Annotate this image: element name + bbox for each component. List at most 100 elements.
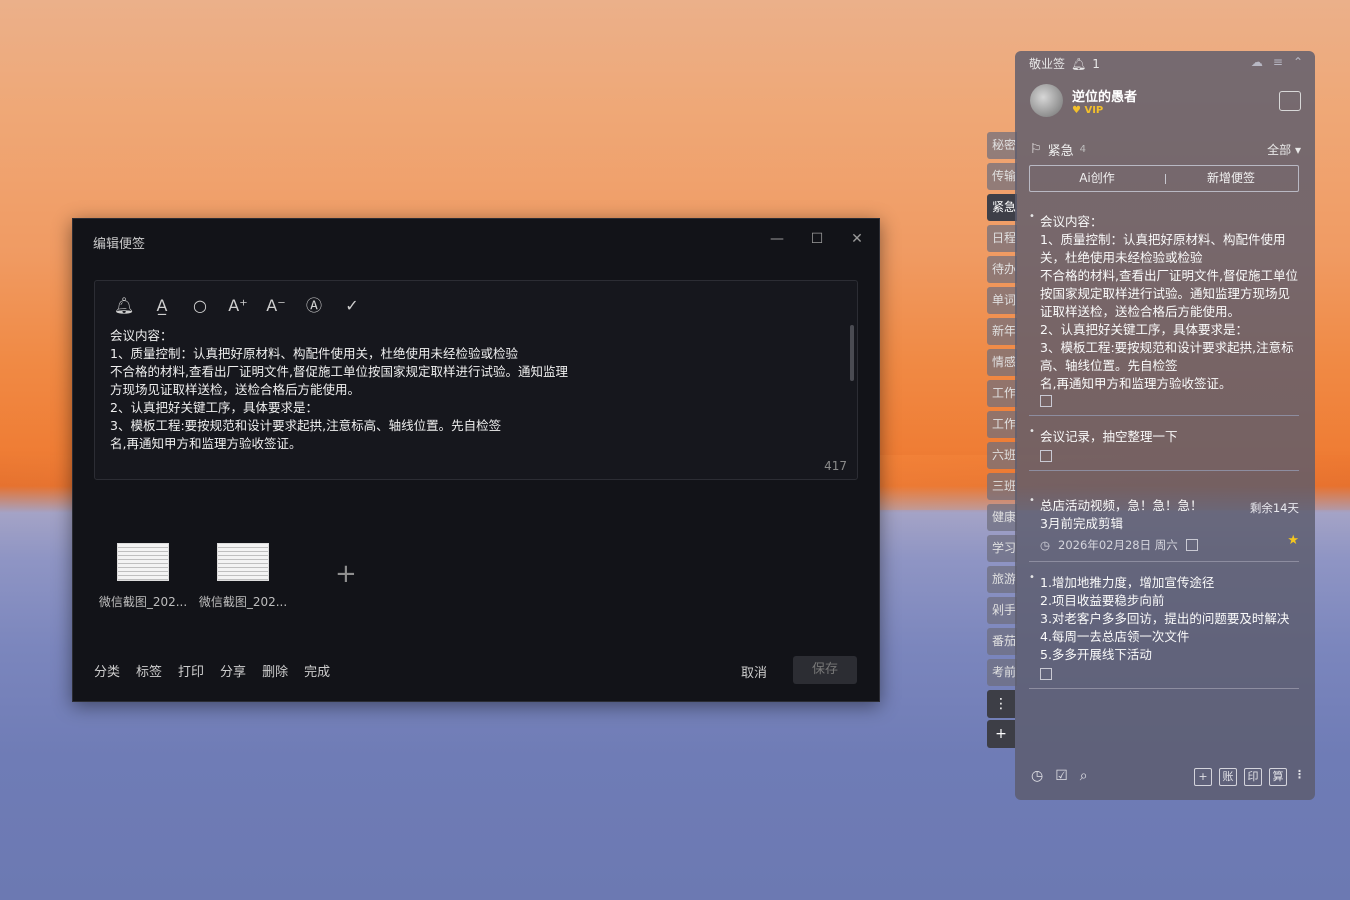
- tab-category[interactable]: 旅游: [987, 566, 1017, 593]
- filter-dropdown[interactable]: 全部 ▾: [1267, 141, 1301, 158]
- tab-category[interactable]: 考前: [987, 659, 1017, 686]
- action-bar: Ai创作 新增便签: [1029, 165, 1299, 192]
- clock-icon[interactable]: ◷: [1031, 768, 1043, 784]
- menu-icon[interactable]: ≡: [1273, 55, 1283, 69]
- done-button[interactable]: 完成: [304, 661, 330, 680]
- tab-category[interactable]: 健康: [987, 504, 1017, 531]
- panel-header: 敬业签 🔔︎ 1: [1029, 55, 1100, 72]
- list-item[interactable]: 会议记录，抽空整理一下: [1029, 426, 1299, 471]
- star-icon[interactable]: ★: [1287, 533, 1299, 548]
- ai-create-button[interactable]: Ai创作: [1030, 166, 1164, 191]
- more-icon[interactable]: ⋮: [1294, 768, 1305, 786]
- attachment-thumbnail[interactable]: [117, 543, 169, 581]
- user-name[interactable]: 逆位的愚者: [1072, 86, 1137, 105]
- tab-category[interactable]: 秘密: [987, 132, 1017, 159]
- check-icon[interactable]: ✓: [341, 295, 363, 317]
- filter-label: 全部: [1267, 143, 1292, 157]
- attachment-caption: 微信截图_202...: [98, 595, 188, 609]
- note-meta: [1040, 395, 1299, 407]
- search-icon[interactable]: ○: [189, 295, 211, 317]
- add-attachment-button[interactable]: +: [335, 559, 357, 589]
- add-icon[interactable]: +: [1194, 768, 1212, 786]
- note-meta: ◷ 2026年02月28日 周六: [1040, 537, 1299, 553]
- text-color-icon[interactable]: A̲: [151, 295, 173, 317]
- checkbox-icon[interactable]: ☑: [1055, 768, 1068, 784]
- tab-category[interactable]: 番茄: [987, 628, 1017, 655]
- tab-category[interactable]: 工作: [987, 380, 1017, 407]
- tab-category[interactable]: 三班: [987, 473, 1017, 500]
- tab-category-active[interactable]: 紧急: [987, 194, 1017, 221]
- current-category: ⚐ 紧急 4: [1030, 140, 1086, 159]
- panel-footer: ◷ ☑ ⌕ + 账 印 算 ⋮: [1031, 766, 1305, 790]
- tab-category[interactable]: 剁手: [987, 597, 1017, 624]
- cancel-button[interactable]: 取消: [741, 662, 767, 681]
- save-button[interactable]: 保存: [793, 656, 857, 684]
- sticky-notes-panel: 敬业签 🔔︎ 1 ☁ ≡ ⌃ 逆位的愚者 ♥ VIP ⚐ 紧急 4 全部 ▾ A…: [1015, 51, 1315, 800]
- account-icon[interactable]: 账: [1219, 768, 1237, 786]
- scrollbar[interactable]: [850, 325, 854, 381]
- bookmark-icon: ⚐: [1030, 142, 1042, 157]
- notify-count: 1: [1092, 56, 1100, 71]
- tab-category[interactable]: 单词: [987, 287, 1017, 314]
- list-item[interactable]: 会议内容： 1、质量控制：认真把好原材料、构配件使用关，杜绝使用未经检验或检验 …: [1029, 211, 1299, 416]
- char-count: 417: [824, 459, 847, 473]
- editor-footer: 分类 标签 打印 分享 删除 完成: [94, 661, 330, 680]
- print-button[interactable]: 打印: [178, 661, 204, 680]
- tag-button[interactable]: 标签: [136, 661, 162, 680]
- attachment-icon: [1040, 395, 1052, 407]
- tab-category[interactable]: 待办: [987, 256, 1017, 283]
- search-icon[interactable]: ⌕: [1080, 768, 1088, 784]
- calculate-icon[interactable]: 算: [1269, 768, 1287, 786]
- note-meta: [1040, 668, 1299, 680]
- print-icon[interactable]: 印: [1244, 768, 1262, 786]
- share-button[interactable]: 分享: [220, 661, 246, 680]
- note-text: 1.增加地推力度，增加宣传途径 2.项目收益要稳步向前 3.对老客户多多回访，提…: [1040, 575, 1290, 662]
- font-decrease-icon[interactable]: A⁻: [265, 295, 287, 317]
- tab-category[interactable]: 传输: [987, 163, 1017, 190]
- delete-button[interactable]: 删除: [262, 661, 288, 680]
- add-category-button[interactable]: +: [987, 720, 1015, 748]
- chevron-down-icon: ▾: [1294, 143, 1301, 157]
- note-content[interactable]: 会议内容： 1、质量控制：认真把好原材料、构配件使用关，杜绝使用未经检验或检验 …: [110, 327, 630, 453]
- note-text: 会议内容： 1、质量控制：认真把好原材料、构配件使用关，杜绝使用未经检验或检验 …: [1040, 214, 1298, 391]
- tab-category[interactable]: 情感: [987, 349, 1017, 376]
- tab-category[interactable]: 新年: [987, 318, 1017, 345]
- attachment-icon: [1040, 668, 1052, 680]
- text-format-icon[interactable]: Ⓐ: [303, 295, 325, 317]
- tab-category[interactable]: 工作: [987, 411, 1017, 438]
- font-increase-icon[interactable]: A⁺: [227, 295, 249, 317]
- close-button[interactable]: ✕: [847, 229, 867, 249]
- maximize-button[interactable]: ☐: [807, 229, 827, 249]
- note-text: 会议记录，抽空整理一下: [1040, 429, 1178, 444]
- note-meta: [1040, 450, 1299, 462]
- note-editor[interactable]: 🔔︎ A̲ ○ A⁺ A⁻ Ⓐ ✓ 会议内容： 1、质量控制：认真把好原材料、构…: [94, 280, 858, 480]
- edit-note-window: 编辑便签 — ☐ ✕ 🔔︎ A̲ ○ A⁺ A⁻ Ⓐ ✓ 会议内容： 1、质量控…: [72, 218, 880, 702]
- more-tabs-button[interactable]: ⋮: [987, 690, 1015, 718]
- panel-header-icons: ☁ ≡ ⌃: [1251, 55, 1303, 69]
- attachment-caption: 微信截图_202...: [198, 595, 288, 609]
- tab-category[interactable]: 六班: [987, 442, 1017, 469]
- bell-icon[interactable]: 🔔︎: [113, 295, 135, 317]
- tab-category[interactable]: 日程: [987, 225, 1017, 252]
- attachment-thumbnail[interactable]: [217, 543, 269, 581]
- tab-category[interactable]: 学习: [987, 535, 1017, 562]
- list-item[interactable]: 1.增加地推力度，增加宣传途径 2.项目收益要稳步向前 3.对老客户多多回访，提…: [1029, 572, 1299, 689]
- attachment-item[interactable]: 微信截图_202...: [195, 543, 291, 610]
- divider: [1165, 174, 1166, 184]
- vip-badge: ♥ VIP: [1072, 105, 1104, 116]
- new-note-button[interactable]: 新增便签: [1164, 166, 1298, 191]
- avatar[interactable]: [1030, 84, 1063, 117]
- category-count: 4: [1079, 144, 1087, 155]
- format-toolbar: 🔔︎ A̲ ○ A⁺ A⁻ Ⓐ ✓: [113, 295, 363, 317]
- vip-label: VIP: [1084, 105, 1104, 116]
- window-title: 编辑便签: [93, 237, 146, 252]
- classify-button[interactable]: 分类: [94, 661, 120, 680]
- calendar-icon[interactable]: [1279, 91, 1301, 111]
- bell-icon[interactable]: 🔔︎: [1071, 57, 1086, 71]
- cloud-sync-icon[interactable]: ☁: [1251, 55, 1263, 69]
- note-date: 2026年02月28日 周六: [1058, 538, 1178, 552]
- chevron-up-icon[interactable]: ⌃: [1293, 55, 1303, 69]
- minimize-button[interactable]: —: [767, 229, 787, 249]
- attachment-item[interactable]: 微信截图_202...: [95, 543, 191, 610]
- note-list: 会议内容： 1、质量控制：认真把好原材料、构配件使用关，杜绝使用未经检验或检验 …: [1029, 211, 1299, 699]
